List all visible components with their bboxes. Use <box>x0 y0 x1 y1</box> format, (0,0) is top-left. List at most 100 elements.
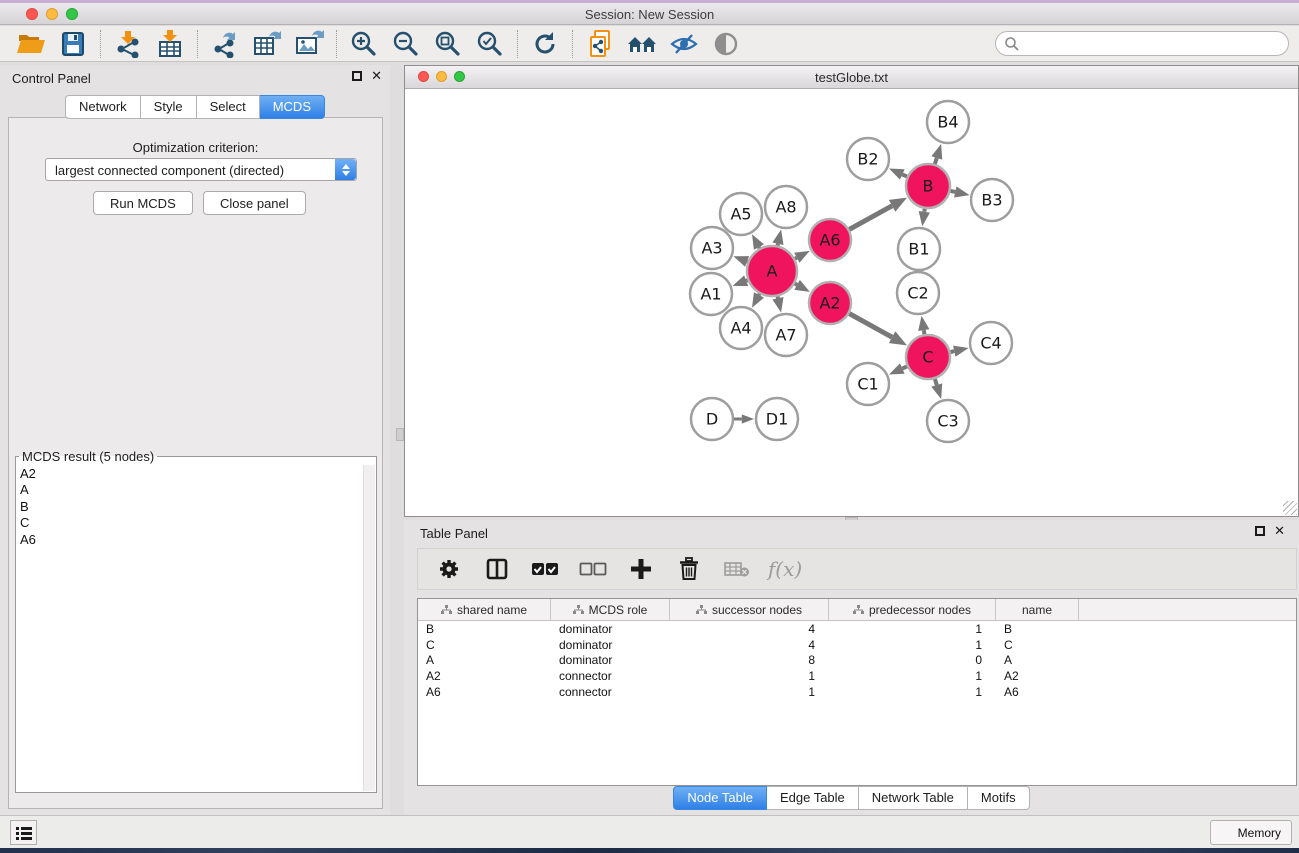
graph-edge-B-B4[interactable] <box>935 158 937 164</box>
table-row[interactable]: A6connector11A6 <box>418 684 1296 700</box>
zoom-fit-icon[interactable] <box>427 27 469 61</box>
table-cell[interactable]: connector <box>551 685 670 699</box>
run-mcds-button[interactable]: Run MCDS <box>93 191 193 215</box>
zoom-in-icon[interactable] <box>343 27 385 61</box>
table-cell[interactable]: C <box>418 638 551 652</box>
open-file-icon[interactable] <box>10 27 52 61</box>
column-header-predecessor-nodes[interactable]: predecessor nodes <box>829 599 996 620</box>
table-cell[interactable]: 1 <box>829 669 996 683</box>
float-table-panel-icon[interactable] <box>1255 526 1265 536</box>
import-network-icon[interactable] <box>107 27 149 61</box>
export-network-icon[interactable] <box>204 27 246 61</box>
graph-edge-A6-B[interactable] <box>849 206 892 230</box>
delete-column-icon[interactable] <box>672 552 706 586</box>
column-header-shared-name[interactable]: shared name <box>418 599 551 620</box>
close-panel-icon[interactable]: ✕ <box>371 71 382 81</box>
result-scrollbar[interactable] <box>363 465 375 791</box>
network-canvas[interactable]: B4B2BB3A5A8A6A3B1AA1C2A2A4A7C4CC1DD1C3 <box>406 90 1297 515</box>
graph-edge-C-C3[interactable] <box>935 379 937 385</box>
graph-edge-C-C2[interactable] <box>924 330 925 334</box>
tab-network-table[interactable]: Network Table <box>859 786 968 810</box>
table-cell[interactable]: dominator <box>551 638 670 652</box>
table-cell[interactable]: 1 <box>829 638 996 652</box>
result-list-item[interactable]: A <box>20 482 360 498</box>
hide-selected-icon[interactable] <box>663 27 705 61</box>
table-cell[interactable]: 1 <box>670 685 829 699</box>
task-history-icon[interactable] <box>10 820 37 845</box>
table-cell[interactable]: A6 <box>418 685 551 699</box>
close-table-panel-icon[interactable]: ✕ <box>1274 526 1285 536</box>
table-cell[interactable]: connector <box>551 669 670 683</box>
tab-mcds[interactable]: MCDS <box>260 95 325 119</box>
column-header-name[interactable]: name <box>996 599 1079 620</box>
tab-style[interactable]: Style <box>141 95 197 119</box>
tab-network[interactable]: Network <box>65 95 141 119</box>
column-header-successor-nodes[interactable]: successor nodes <box>670 599 829 620</box>
table-row[interactable]: Cdominator41C <box>418 637 1296 653</box>
result-list-item[interactable]: A6 <box>20 532 360 548</box>
zoom-selected-icon[interactable] <box>469 27 511 61</box>
tab-edge-table[interactable]: Edge Table <box>767 786 859 810</box>
table-cell[interactable]: dominator <box>551 653 670 667</box>
function-builder-icon[interactable]: f(x) <box>768 552 802 586</box>
graph-edge-B-B3[interactable] <box>950 191 955 192</box>
delete-table-icon[interactable] <box>720 552 754 586</box>
export-image-icon[interactable] <box>288 27 330 61</box>
window-resize-grip[interactable] <box>1283 501 1297 515</box>
graph-edge-C-C4[interactable] <box>950 351 954 352</box>
result-list-item[interactable]: C <box>20 515 360 531</box>
result-list-item[interactable]: A2 <box>20 466 360 482</box>
graph-edge-A-A6[interactable] <box>795 258 797 259</box>
table-cell[interactable]: 8 <box>670 653 829 667</box>
column-header-MCDS-role[interactable]: MCDS role <box>551 599 670 620</box>
memory-button[interactable]: Memory <box>1210 820 1292 845</box>
vertical-splitter-handle[interactable] <box>396 428 404 441</box>
search-input[interactable] <box>995 31 1289 56</box>
table-cell[interactable]: dominator <box>551 622 670 636</box>
graph-edge-A-A2[interactable] <box>795 284 797 285</box>
first-neighbors-icon[interactable] <box>621 27 663 61</box>
table-cell[interactable]: 4 <box>670 622 829 636</box>
node-table[interactable]: shared nameMCDS rolesuccessor nodesprede… <box>417 598 1297 786</box>
table-cell[interactable]: A6 <box>996 685 1079 699</box>
tab-node-table[interactable]: Node Table <box>673 786 767 810</box>
graph-edge-B-B2[interactable] <box>902 174 907 176</box>
show-graphics-details-icon[interactable] <box>705 27 747 61</box>
refresh-icon[interactable] <box>524 27 566 61</box>
table-cell[interactable]: 4 <box>670 638 829 652</box>
mcds-result-list[interactable]: A2ABCA6 <box>20 466 360 788</box>
network-graph[interactable]: B4B2BB3A5A8A6A3B1AA1C2A2A4A7C4CC1DD1C3 <box>406 90 1297 515</box>
gear-icon[interactable] <box>432 552 466 586</box>
tab-motifs[interactable]: Motifs <box>968 786 1030 810</box>
tab-select[interactable]: Select <box>197 95 260 119</box>
close-panel-button[interactable]: Close panel <box>203 191 306 215</box>
graph-edge-C-C1[interactable] <box>902 366 907 368</box>
table-cell[interactable]: B <box>996 622 1079 636</box>
table-cell[interactable]: 0 <box>829 653 996 667</box>
select-all-columns-icon[interactable] <box>528 552 562 586</box>
import-table-icon[interactable] <box>149 27 191 61</box>
table-cell[interactable]: 1 <box>829 622 996 636</box>
table-cell[interactable]: A <box>418 653 551 667</box>
table-cell[interactable]: C <box>996 638 1079 652</box>
table-cell[interactable]: A2 <box>418 669 551 683</box>
table-cell[interactable]: A <box>996 653 1079 667</box>
export-table-icon[interactable] <box>246 27 288 61</box>
table-cell[interactable]: 1 <box>670 669 829 683</box>
table-cell[interactable]: A2 <box>996 669 1079 683</box>
criterion-dropdown[interactable]: largest connected component (directed) <box>45 158 357 181</box>
result-list-item[interactable]: B <box>20 499 360 515</box>
network-window-titlebar[interactable]: testGlobe.txt <box>405 66 1298 89</box>
table-row[interactable]: Adominator80A <box>418 653 1296 669</box>
save-session-icon[interactable] <box>52 27 94 61</box>
float-panel-icon[interactable] <box>352 71 362 81</box>
table-row[interactable]: Bdominator41B <box>418 621 1296 637</box>
add-column-icon[interactable] <box>624 552 658 586</box>
table-row[interactable]: A2connector11A2 <box>418 668 1296 684</box>
network-overview-icon[interactable] <box>579 27 621 61</box>
table-cell[interactable]: B <box>418 622 551 636</box>
graph-edge-A2-C[interactable] <box>849 314 892 338</box>
zoom-out-icon[interactable] <box>385 27 427 61</box>
deselect-all-columns-icon[interactable] <box>576 552 610 586</box>
table-cell[interactable]: 1 <box>829 685 996 699</box>
